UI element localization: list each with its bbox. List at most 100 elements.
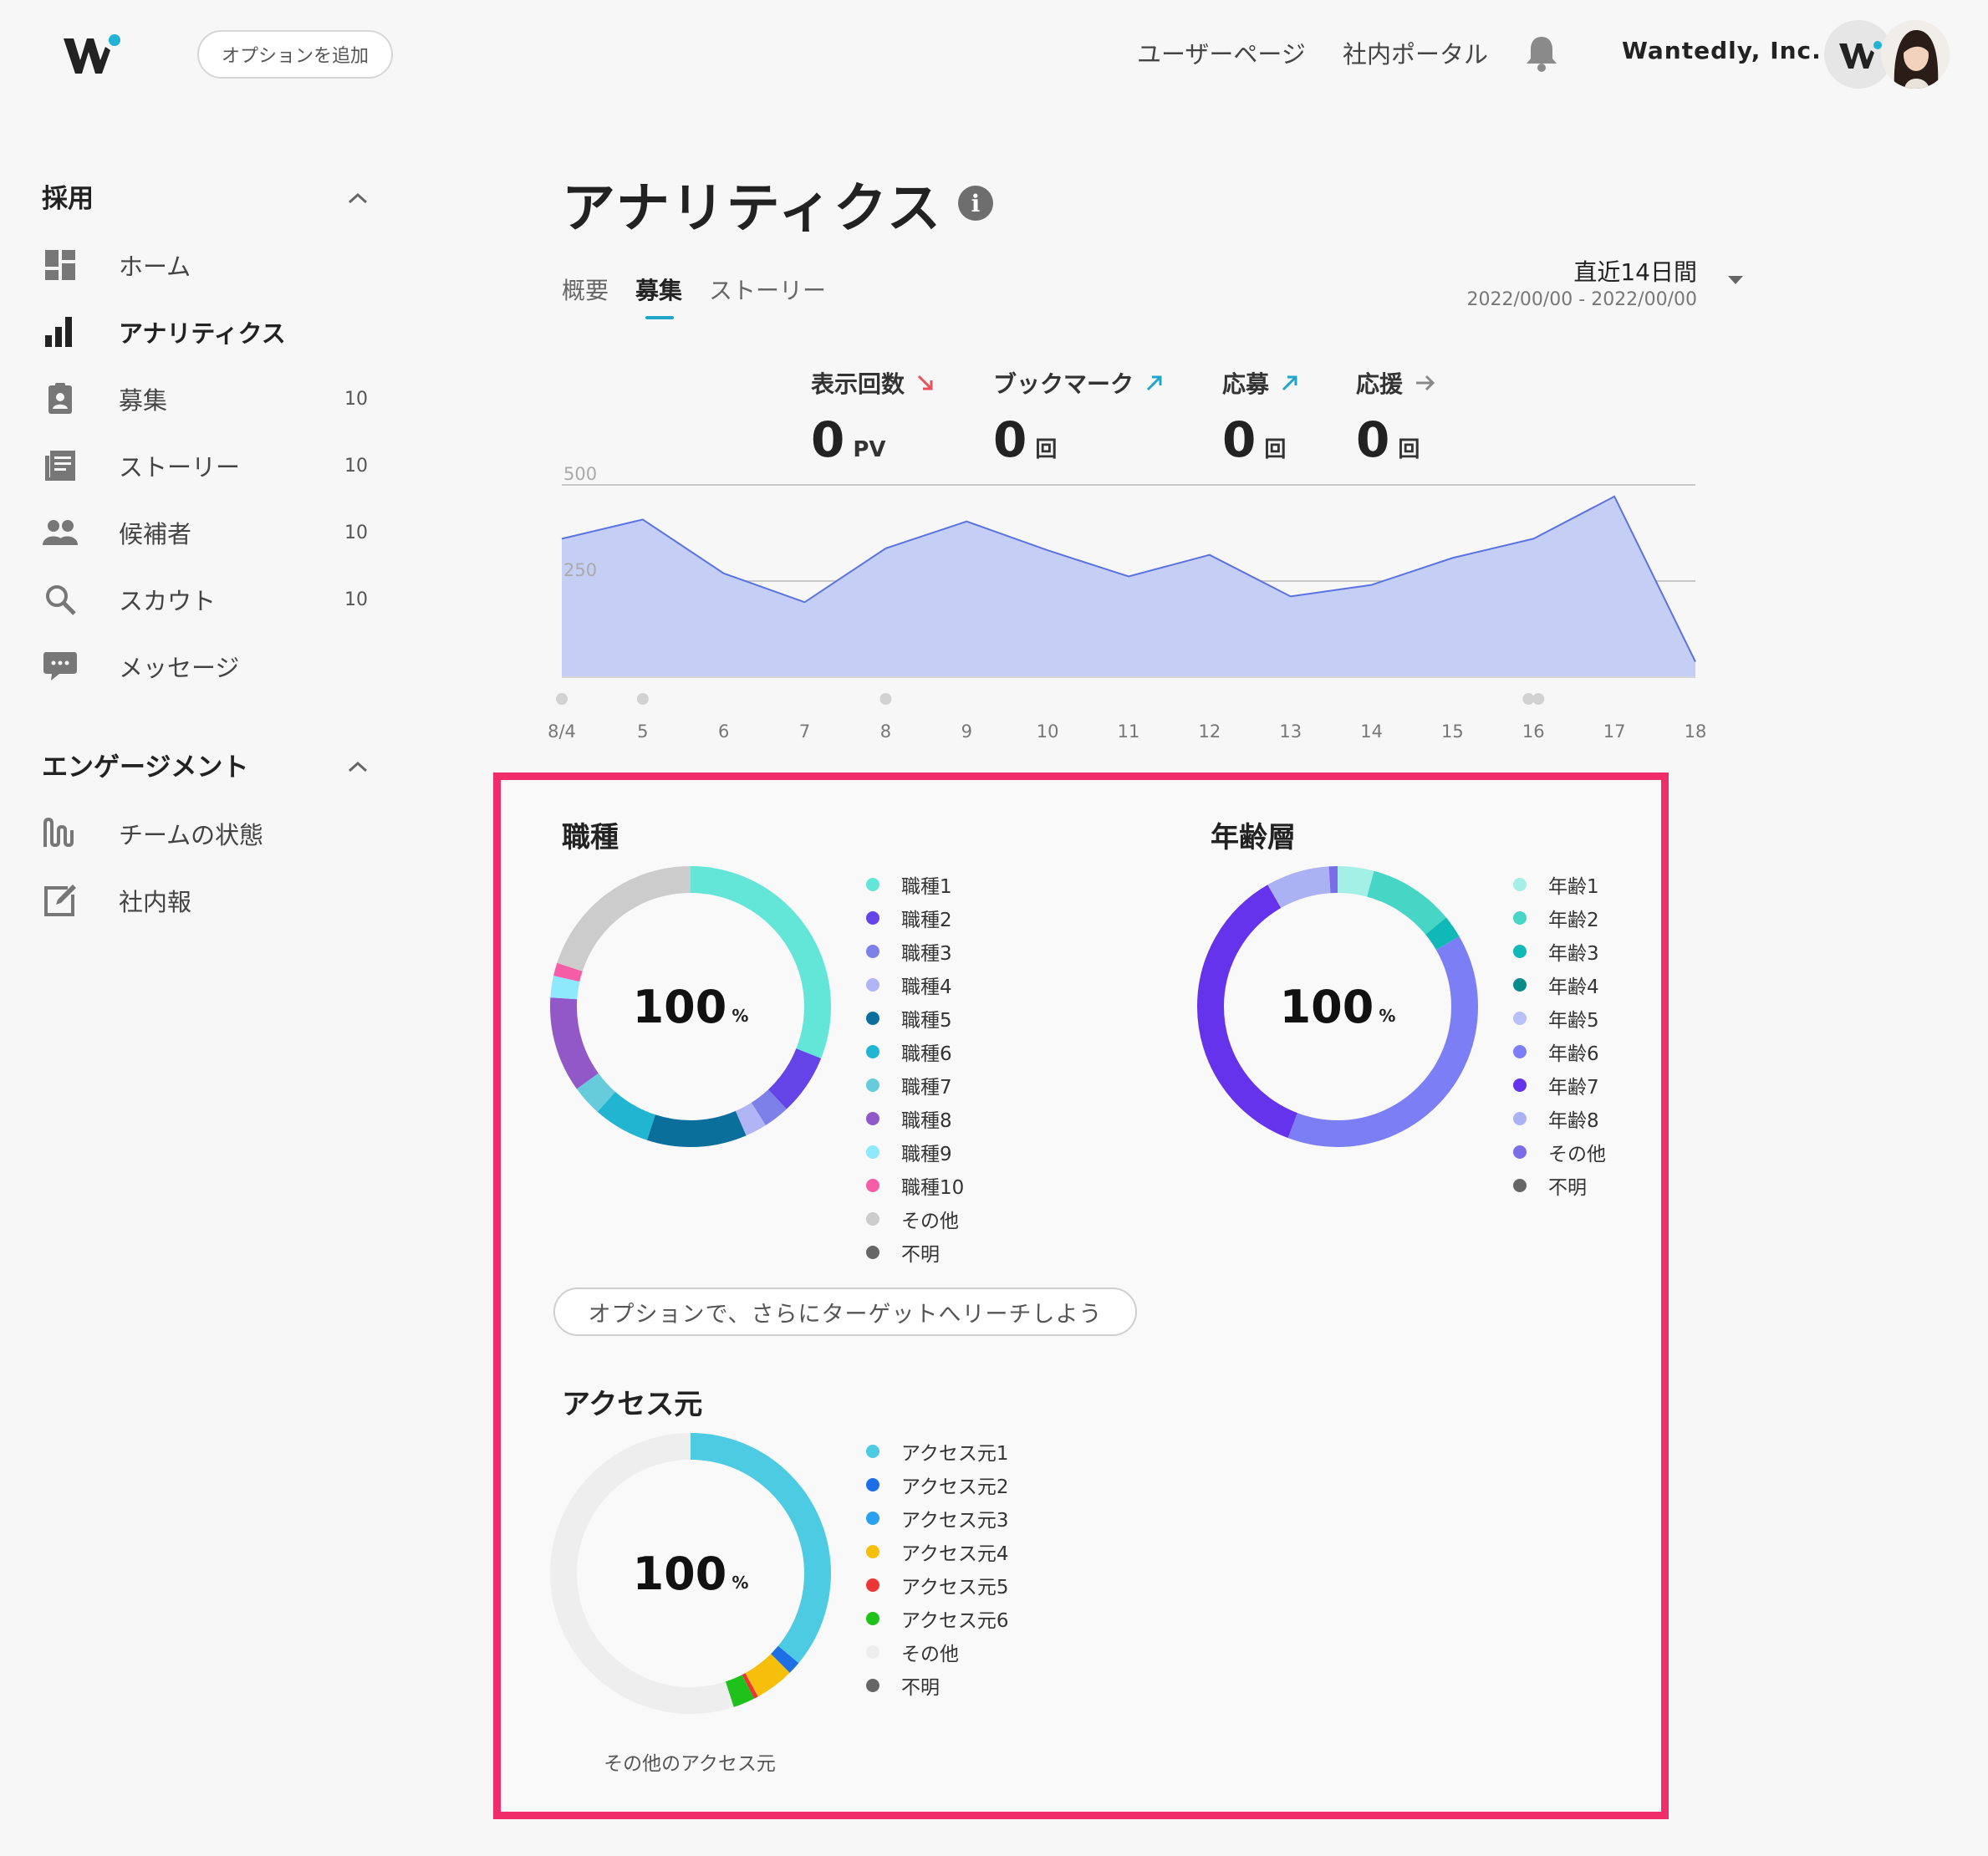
legend-item[interactable]: その他 <box>1513 1135 1606 1169</box>
legend-swatch <box>1513 1179 1527 1192</box>
chevron-up-icon[interactable] <box>346 759 370 774</box>
wantedly-logo[interactable] <box>62 32 124 77</box>
tab-overview[interactable]: 概要 <box>562 273 609 306</box>
access-source-legend: アクセス元1 アクセス元2 アクセス元3 アクセス元4 アクセス元5 アクセス元6 その他不… <box>866 1435 1008 1702</box>
legend-item[interactable]: アクセス元5 <box>866 1568 1008 1602</box>
legend-label: 職種6 <box>901 1043 952 1065</box>
x-tick-label: 6 <box>718 721 729 742</box>
legend-item[interactable]: 職種8 <box>866 1102 964 1135</box>
legend-item[interactable]: アクセス元3 <box>866 1502 1008 1535</box>
tab-recruit[interactable]: 募集 <box>635 273 682 306</box>
period-selector[interactable]: 直近14日間 <box>1505 254 1697 288</box>
legend-item[interactable]: 年齢2 <box>1513 901 1606 935</box>
legend-label: 職種2 <box>901 910 952 931</box>
legend-item[interactable]: 職種1 <box>866 868 964 901</box>
legend-swatch <box>866 1179 879 1192</box>
legend-swatch <box>866 1112 879 1125</box>
sidebar-item-home[interactable]: ホーム <box>40 236 375 294</box>
sidebar-section-engagement: エンゲージメント <box>42 752 249 783</box>
legend-item[interactable]: 職種5 <box>866 1002 964 1035</box>
legend-item[interactable]: その他 <box>866 1202 964 1236</box>
legend-swatch <box>1513 878 1527 891</box>
legend-label: 不明 <box>901 1244 940 1266</box>
chevron-up-icon[interactable] <box>346 191 370 206</box>
legend-label: 年齢2 <box>1548 910 1599 931</box>
sidebar-item-candidates[interactable]: 候補者 10 <box>40 503 375 562</box>
job-type-title: 職種 <box>562 821 619 854</box>
nav-user-page[interactable]: ユーザーページ <box>1137 35 1306 70</box>
legend-item[interactable]: 職種6 <box>866 1035 964 1068</box>
sidebar-item-story[interactable]: ストーリー 10 <box>40 436 375 495</box>
legend-item[interactable]: 職種4 <box>866 968 964 1002</box>
event-marker[interactable] <box>1532 693 1545 705</box>
age-group-legend: 年齢1 年齢2 年齢3 年齢4 年齢5 年齢6 年齢7 年齢8 その他 不明 <box>1513 868 1606 1202</box>
legend-label: アクセス元2 <box>901 1476 1009 1498</box>
legend-label: 年齢5 <box>1548 1010 1599 1032</box>
option-reach-button[interactable]: オプションで、さらにターゲットへリーチしよう <box>553 1287 1137 1336</box>
sidebar-item-newsletter[interactable]: 社内報 <box>40 871 375 930</box>
sidebar-item-analytics[interactable]: アナリティクス <box>40 303 375 361</box>
legend-swatch <box>866 1512 879 1525</box>
legend-swatch <box>866 1645 879 1659</box>
sidebar-item-message[interactable]: メッセージ <box>40 637 375 696</box>
legend-label: その他 <box>901 1644 959 1665</box>
legend-swatch <box>866 978 879 992</box>
event-marker[interactable] <box>1522 693 1535 705</box>
sidebar-item-team-status[interactable]: チームの状態 <box>40 804 375 863</box>
legend-label: 職種5 <box>901 1010 952 1032</box>
stat-label: 応援 <box>1356 370 1404 398</box>
legend-item[interactable]: 不明 <box>1513 1169 1606 1202</box>
sidebar-item-recruit[interactable]: 募集 10 <box>40 370 375 428</box>
user-avatar[interactable] <box>1881 20 1950 89</box>
company-name[interactable]: Wantedly, Inc. <box>1622 37 1822 64</box>
tab-story[interactable]: ストーリー <box>709 273 826 306</box>
legend-item[interactable]: 年齢7 <box>1513 1068 1606 1102</box>
x-tick-label: 13 <box>1279 721 1302 742</box>
legend-item[interactable]: 不明 <box>866 1669 1008 1702</box>
legend-label: 職種3 <box>901 943 952 965</box>
center-value: 100 <box>1279 980 1374 1033</box>
add-option-button[interactable]: オプションを追加 <box>197 30 393 79</box>
legend-item[interactable]: 職種7 <box>866 1068 964 1102</box>
event-marker[interactable] <box>556 693 568 705</box>
legend-item[interactable]: その他 <box>866 1635 1008 1669</box>
sidebar-item-scout[interactable]: スカウト 10 <box>40 570 375 629</box>
area-fill <box>562 496 1695 677</box>
user-photo-icon <box>1881 20 1950 89</box>
legend-item[interactable]: 年齢8 <box>1513 1102 1606 1135</box>
sidebar-item-count: 10 <box>344 455 368 477</box>
other-access-sources-link[interactable]: その他のアクセス元 <box>553 1747 826 1776</box>
active-tab-indicator <box>645 316 674 319</box>
legend-item[interactable]: 職種3 <box>866 935 964 968</box>
age-group-center: 100 % <box>1195 864 1480 1149</box>
legend-item[interactable]: アクセス元2 <box>866 1468 1008 1502</box>
sidebar-item-label: メッセージ <box>119 654 240 682</box>
caret-down-icon[interactable] <box>1725 273 1746 286</box>
sidebar-item-label: ストーリー <box>119 453 241 482</box>
event-marker[interactable] <box>879 693 892 705</box>
legend-item[interactable]: 職種2 <box>866 901 964 935</box>
nav-internal-portal[interactable]: 社内ポータル <box>1343 35 1488 70</box>
legend-swatch <box>866 1212 879 1226</box>
bell-icon[interactable] <box>1523 33 1560 72</box>
legend-swatch <box>866 1145 879 1159</box>
trend-up-icon <box>1282 375 1297 391</box>
legend-item[interactable]: 職種10 <box>866 1169 964 1202</box>
legend-swatch <box>866 1578 879 1592</box>
legend-item[interactable]: アクセス元6 <box>866 1602 1008 1635</box>
x-tick-label: 12 <box>1198 721 1221 742</box>
legend-item[interactable]: アクセス元4 <box>866 1535 1008 1568</box>
event-marker[interactable] <box>636 693 649 705</box>
info-icon[interactable]: i <box>958 186 993 221</box>
legend-item[interactable]: 年齢4 <box>1513 968 1606 1002</box>
legend-swatch <box>1513 1078 1527 1092</box>
legend-item[interactable]: 年齢6 <box>1513 1035 1606 1068</box>
legend-item[interactable]: 不明 <box>866 1236 964 1269</box>
legend-item[interactable]: 年齢3 <box>1513 935 1606 968</box>
legend-item[interactable]: アクセス元1 <box>866 1435 1008 1468</box>
stat-label: 応募 <box>1222 370 1270 398</box>
legend-item[interactable]: 職種9 <box>866 1135 964 1169</box>
legend-item[interactable]: 年齢1 <box>1513 868 1606 901</box>
legend-item[interactable]: 年齢5 <box>1513 1002 1606 1035</box>
access-source-center: 100 % <box>548 1431 833 1716</box>
